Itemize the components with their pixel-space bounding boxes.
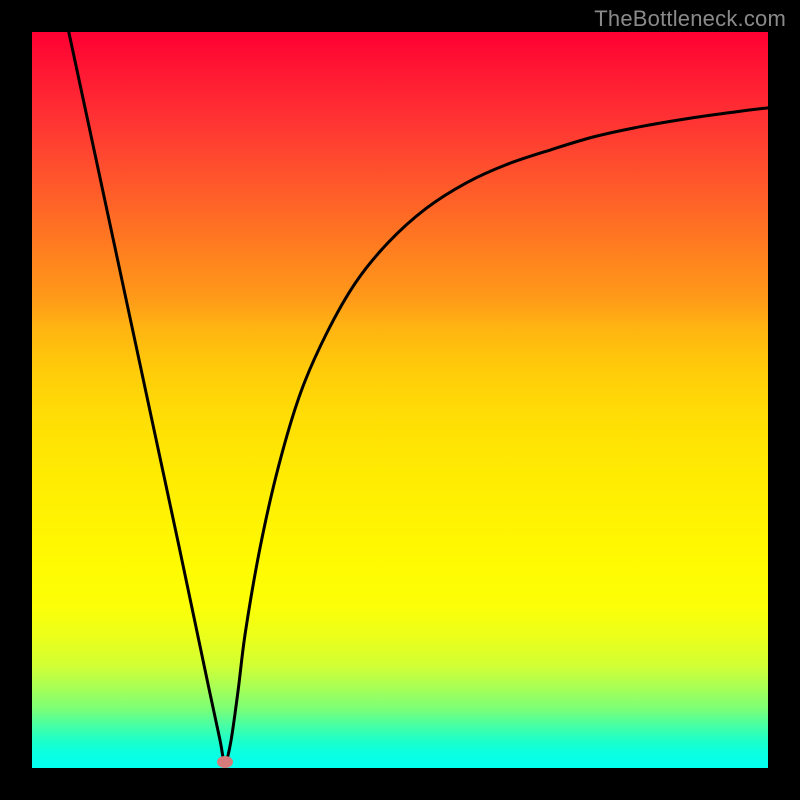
plot-area: [32, 32, 768, 768]
bottleneck-curve: [32, 32, 768, 768]
attribution-text: TheBottleneck.com: [594, 6, 786, 32]
min-point-marker: [217, 756, 233, 768]
chart-frame: TheBottleneck.com: [0, 0, 800, 800]
